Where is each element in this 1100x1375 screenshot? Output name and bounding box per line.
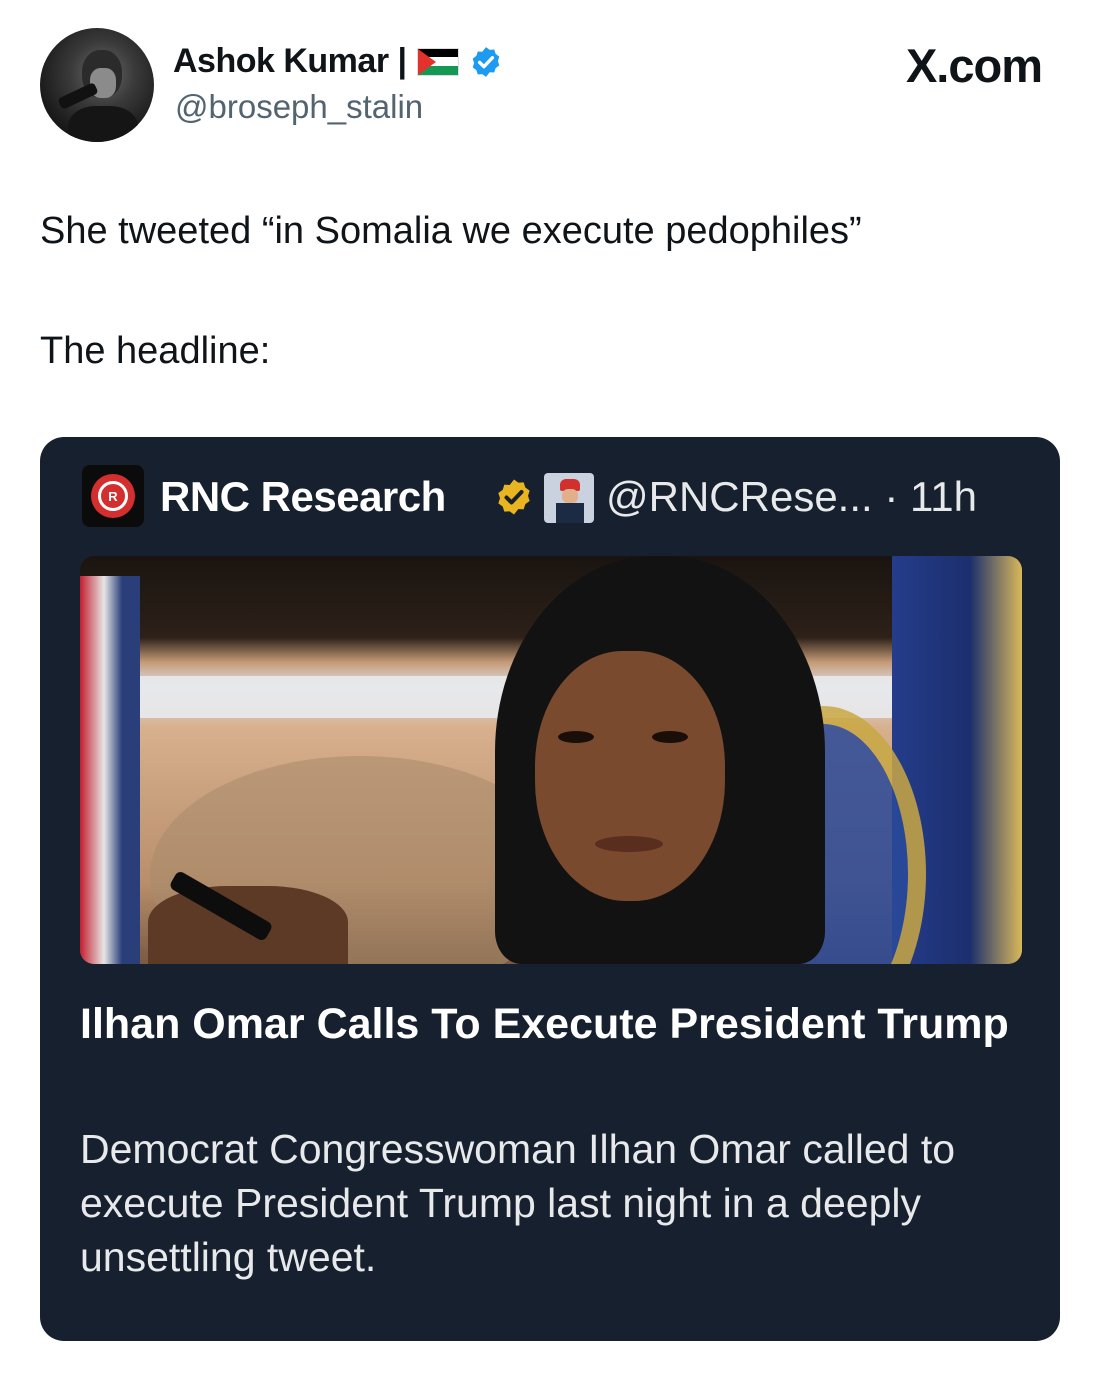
article-headline[interactable]: Ilhan Omar Calls To Execute President Tr… <box>80 997 1020 1051</box>
affiliate-avatar-icon <box>544 473 594 523</box>
article-description: Democrat Congresswoman Ilhan Omar called… <box>80 1126 956 1280</box>
tweet-text-line: The headline: <box>40 330 271 372</box>
verified-check-icon <box>472 46 499 77</box>
author-name[interactable]: Ashok Kumar | <box>173 42 407 81</box>
rnc-elephant-logo-icon[interactable]: R <box>82 465 144 527</box>
author-handle[interactable]: @broseph_stalin <box>175 88 423 126</box>
gold-verified-badge-icon <box>498 479 530 515</box>
author-avatar[interactable] <box>40 28 154 142</box>
author-name-row[interactable]: Ashok Kumar | <box>173 42 503 81</box>
palestine-flag-icon <box>416 47 459 76</box>
brand-watermark: X.com <box>905 39 1043 92</box>
quoted-account-name[interactable]: RNC Research <box>160 473 446 521</box>
article-photo[interactable] <box>80 556 1022 964</box>
tweet-text-line: She tweeted “in Somalia we execute pedop… <box>40 210 862 252</box>
quoted-post-card[interactable]: R RNC Research @RNCRese... · 11h Ilhan O… <box>40 437 1060 1341</box>
quoted-handle-time[interactable]: @RNCRese... · 11h <box>606 473 977 521</box>
